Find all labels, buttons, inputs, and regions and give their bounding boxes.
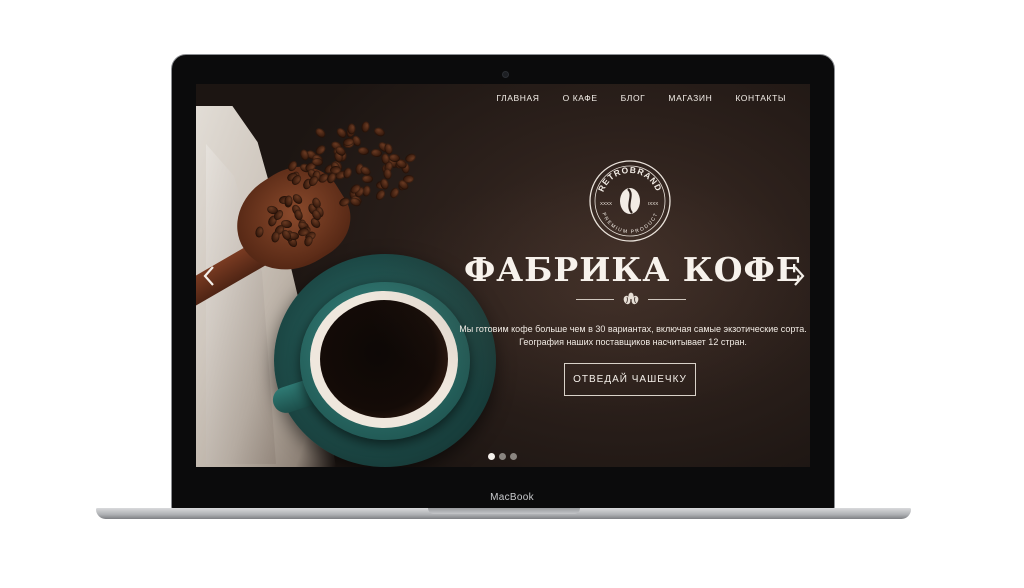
nav-item-contacts[interactable]: КОНТАКТЫ — [735, 93, 786, 103]
coffee-bean — [313, 126, 328, 140]
chevron-left-icon[interactable] — [202, 265, 216, 287]
title-divider — [576, 292, 686, 306]
nav-item-about[interactable]: О КАФЕ — [563, 93, 598, 103]
nav-item-blog[interactable]: БЛОГ — [621, 93, 646, 103]
divider-line-left — [576, 299, 614, 300]
coffee-beans-icon — [623, 292, 639, 305]
retrobrand-logo: RETROBRAND PREMIUM PRODUCT XXXX IXXX — [589, 160, 671, 242]
coffee-bean — [362, 174, 374, 183]
slider-dots — [488, 453, 517, 460]
hero-title: ФАБРИКА КОФЕ — [464, 250, 802, 289]
coffee-bean — [342, 166, 354, 180]
slider-dot-3[interactable] — [510, 453, 517, 460]
chevron-right-icon[interactable] — [792, 265, 806, 287]
logo-side-right: IXXX — [648, 201, 658, 206]
nav-item-home[interactable]: ГЛАВНАЯ — [496, 93, 539, 103]
logo-ring-bottom: PREMIUM PRODUCT — [600, 212, 658, 235]
coffee-bean — [337, 196, 352, 209]
hero-description: Мы готовим кофе больше чем в 30 варианта… — [446, 323, 810, 349]
nav-item-shop[interactable]: МАГАЗИН — [668, 93, 712, 103]
logo-side-left: XXXX — [600, 201, 612, 206]
hero-text-line-2: География наших поставщиков насчитывает … — [519, 337, 747, 347]
coffee-bean — [311, 157, 323, 167]
website-screen: ГЛАВНАЯ О КАФЕ БЛОГ МАГАЗИН КОНТАКТЫ RET… — [196, 84, 810, 467]
svg-text:PREMIUM PRODUCT: PREMIUM PRODUCT — [600, 212, 659, 235]
coffee-bean — [347, 123, 356, 135]
hero-text-line-1: Мы готовим кофе больше чем в 30 варианта… — [459, 324, 807, 334]
camera-icon — [502, 71, 509, 78]
coffee-bean — [360, 120, 370, 133]
coffee-bean — [388, 186, 401, 201]
macbook-label: MacBook — [490, 492, 534, 503]
coffee-bean — [254, 226, 266, 239]
coffee-bean — [372, 126, 386, 139]
coffee-bean-icon — [620, 188, 640, 214]
main-nav: ГЛАВНАЯ О КАФЕ БЛОГ МАГАЗИН КОНТАКТЫ — [496, 93, 786, 103]
slider-dot-2[interactable] — [499, 453, 506, 460]
coffee-bean — [374, 188, 388, 202]
divider-line-right — [648, 299, 686, 300]
slider-dot-1[interactable] — [488, 453, 495, 460]
coffee-bean — [357, 146, 370, 156]
coffee-surface — [320, 300, 448, 418]
laptop-base-notch — [428, 508, 580, 514]
taste-cup-button[interactable]: ОТВЕДАЙ ЧАШЕЧКУ — [564, 363, 696, 396]
